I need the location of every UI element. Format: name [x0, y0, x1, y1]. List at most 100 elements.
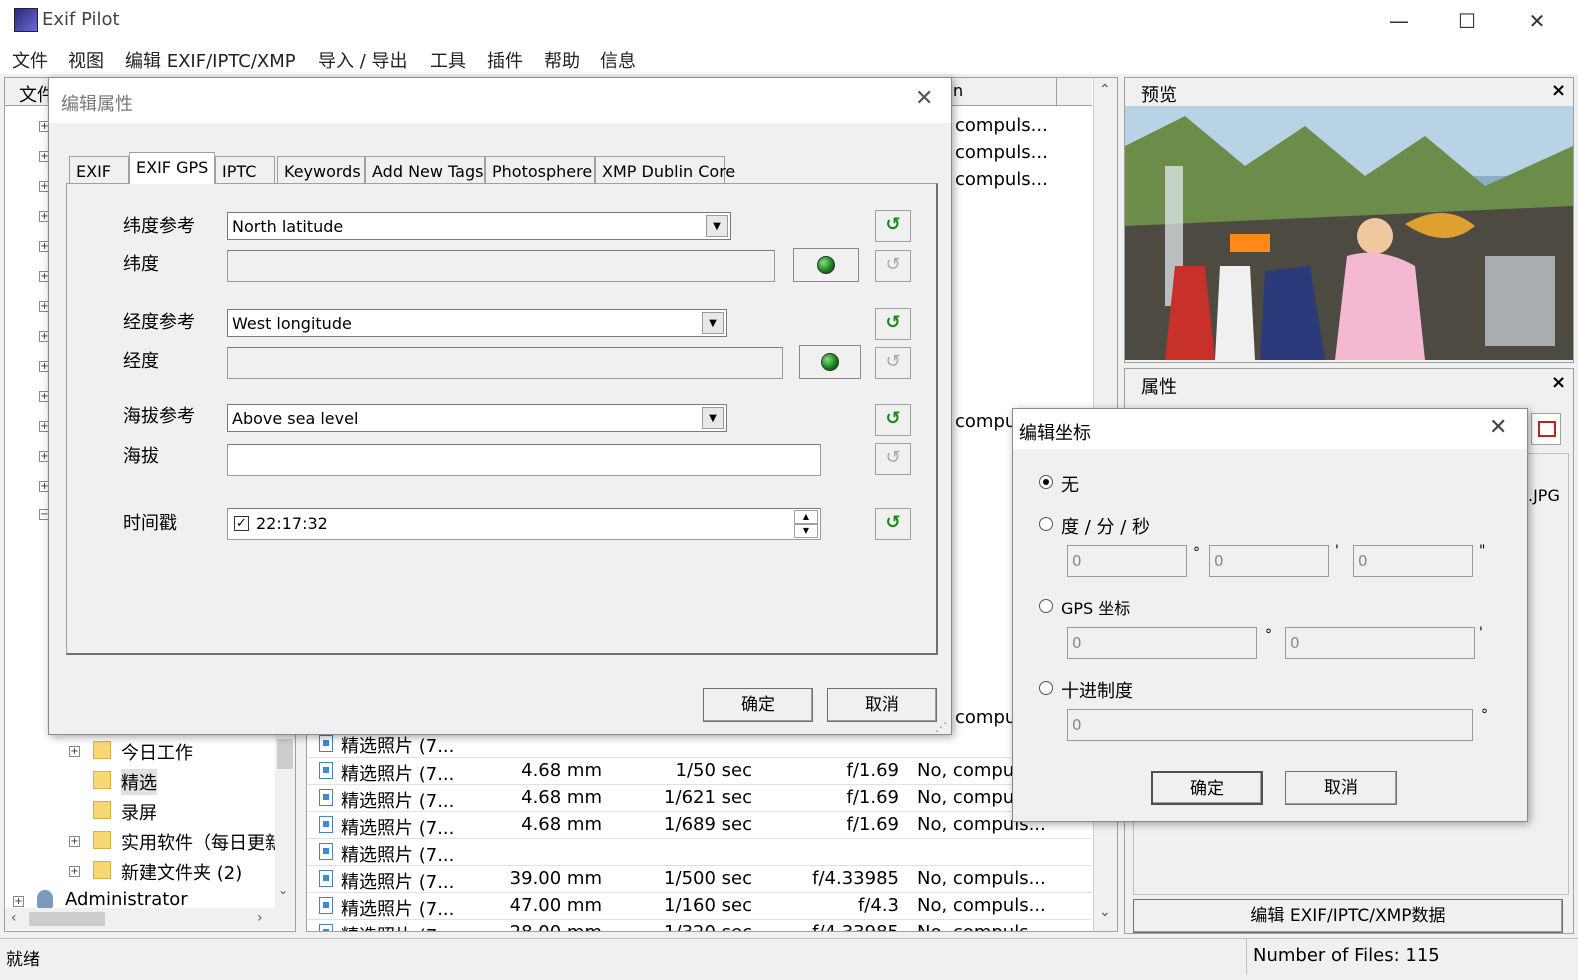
tree-item-recording[interactable]: 录屏	[65, 798, 285, 824]
tree-expander[interactable]: +	[69, 866, 80, 877]
table-row[interactable]: 精选照片 (7... 4.68 mm 1/689 sec f/1.69 No, …	[307, 812, 1092, 839]
radio-none[interactable]	[1039, 475, 1053, 489]
longitude-input[interactable]	[227, 347, 783, 379]
map-picker-button[interactable]	[799, 345, 861, 379]
column-header[interactable]: n	[947, 78, 1057, 106]
menu-edit-exif[interactable]: 编辑 EXIF/IPTC/XMP	[125, 47, 296, 73]
undo-icon[interactable]: ↺	[875, 347, 911, 379]
tab-xmp-dublin-core[interactable]: XMP Dublin Core	[595, 156, 735, 184]
tree-horizontal-scrollbar[interactable]: ‹ ›	[5, 908, 295, 930]
chevron-down-icon[interactable]: ⌄	[278, 883, 288, 897]
chevron-down-icon[interactable]: ▼	[702, 312, 724, 334]
radio-gps[interactable]	[1039, 599, 1053, 613]
tree-item-today[interactable]: + 今日工作	[65, 738, 285, 764]
tree-expander[interactable]: +	[13, 896, 24, 907]
tree-item-selected[interactable]: 精选	[65, 768, 285, 795]
tree-item-administrator[interactable]: + Administrator	[9, 888, 279, 910]
minutes-input[interactable]: 0	[1209, 545, 1329, 577]
timestamp-input[interactable]: ✓ 22:17:32 ▲ ▼	[227, 508, 821, 540]
table-row[interactable]: 精选照片 (7...	[307, 731, 1092, 758]
lon-ref-select[interactable]: West longitude ▼	[227, 309, 727, 337]
cell-flash: No, compuls...	[917, 895, 1046, 916]
cell-flash: compuls...	[955, 142, 1048, 163]
table-row[interactable]: 精选照片 (7... 39.00 mm 1/500 sec f/4.33985 …	[307, 866, 1092, 893]
folder-icon	[93, 861, 111, 879]
maximize-button[interactable]: ☐	[1432, 0, 1502, 42]
map-picker-button[interactable]	[793, 248, 859, 282]
lat-ref-value: North latitude	[232, 217, 344, 236]
tree-expander[interactable]: +	[69, 746, 80, 757]
chevron-up-icon[interactable]: ⌃	[1099, 82, 1111, 98]
tab-photosphere[interactable]: Photosphere	[485, 156, 595, 184]
menu-help[interactable]: 帮助	[544, 47, 580, 73]
undo-icon[interactable]: ↺	[875, 404, 911, 436]
degrees-input[interactable]: 0	[1067, 545, 1187, 577]
close-dialog-icon[interactable]: ✕	[1489, 415, 1507, 440]
tree-vertical-scrollbar[interactable]: ⌄	[275, 733, 295, 908]
tree-item-new-folder[interactable]: + 新建文件夹 (2)	[65, 858, 285, 884]
seconds-input[interactable]: 0	[1353, 545, 1473, 577]
menu-file[interactable]: 文件	[12, 47, 48, 73]
tab-keywords[interactable]: Keywords	[277, 156, 365, 184]
latitude-input[interactable]	[227, 250, 775, 282]
table-row[interactable]: 精选照片 (7... 4.68 mm 1/621 sec f/1.69 No, …	[307, 785, 1092, 812]
tab-iptc[interactable]: IPTC	[215, 156, 275, 184]
spin-down-icon[interactable]: ▼	[794, 524, 818, 538]
undo-icon[interactable]: ↺	[875, 308, 911, 340]
coord-ok-button[interactable]: 确定	[1151, 771, 1263, 805]
close-dialog-icon[interactable]: ✕	[915, 86, 933, 111]
menu-info[interactable]: 信息	[600, 47, 636, 73]
menu-tools[interactable]: 工具	[430, 47, 466, 73]
scroll-thumb[interactable]	[29, 912, 105, 926]
cell-fnumber: f/4.33985	[757, 922, 899, 931]
chevron-down-icon[interactable]: ▼	[702, 407, 724, 429]
cell-name: 精选照片 (7...	[341, 736, 455, 757]
resize-grip-icon[interactable]: ⋰	[935, 720, 947, 734]
edit-exif-data-button[interactable]: 编辑 EXIF/IPTC/XMP数据	[1133, 899, 1563, 933]
close-window-button[interactable]: ✕	[1502, 0, 1572, 42]
tab-add-new-tags[interactable]: Add New Tags	[365, 156, 485, 184]
alt-ref-select[interactable]: Above sea level ▼	[227, 404, 727, 432]
table-row[interactable]: 精选照片 (7... 47.00 mm 1/160 sec f/4.3 No, …	[307, 893, 1092, 920]
menu-import-export[interactable]: 导入 / 导出	[318, 47, 408, 73]
gps-minutes-input[interactable]: 0	[1285, 627, 1475, 659]
tab-exif[interactable]: EXIF	[69, 156, 129, 184]
cell-focal: 4.68 mm	[521, 760, 602, 781]
chevron-left-icon[interactable]: ‹	[11, 910, 17, 926]
chevron-down-icon[interactable]: ⌄	[1099, 904, 1111, 920]
lat-ref-select[interactable]: North latitude ▼	[227, 212, 731, 240]
tree-expander[interactable]: +	[69, 836, 80, 847]
spin-up-icon[interactable]: ▲	[794, 510, 818, 524]
calendar-icon[interactable]	[1531, 413, 1561, 445]
cell-fnumber: f/4.3	[857, 895, 899, 916]
chevron-right-icon[interactable]: ›	[257, 910, 263, 926]
undo-icon[interactable]: ↺	[875, 210, 911, 242]
cell-name: 精选照片 (7...	[341, 845, 455, 866]
close-preview-icon[interactable]: ×	[1551, 80, 1566, 101]
decimal-input[interactable]: 0	[1067, 709, 1473, 741]
menu-view[interactable]: 视图	[68, 47, 104, 73]
table-row[interactable]: 精选照片 (7... 28.00 mm 1/320 sec f/4.33985 …	[307, 920, 1092, 931]
cancel-button[interactable]: 取消	[827, 688, 937, 722]
ok-button[interactable]: 确定	[703, 688, 813, 722]
timestamp-checkbox[interactable]: ✓	[234, 516, 249, 531]
undo-icon[interactable]: ↺	[875, 443, 911, 475]
undo-icon[interactable]: ↺	[875, 250, 911, 282]
scroll-thumb[interactable]	[277, 739, 293, 769]
menu-plugins[interactable]: 插件	[487, 47, 523, 73]
gps-degrees-input[interactable]: 0	[1067, 627, 1257, 659]
altitude-input[interactable]	[227, 444, 821, 476]
table-row[interactable]: 精选照片 (7...	[307, 839, 1092, 866]
radio-decimal[interactable]	[1039, 681, 1053, 695]
close-properties-icon[interactable]: ×	[1551, 372, 1566, 393]
radio-dms[interactable]	[1039, 517, 1053, 531]
undo-icon[interactable]: ↺	[875, 508, 911, 540]
table-row[interactable]: 精选照片 (7... 4.68 mm 1/50 sec f/1.69 No, c…	[307, 758, 1092, 785]
image-file-icon	[319, 924, 333, 931]
chevron-down-icon[interactable]: ▼	[706, 215, 728, 237]
tab-exif-gps[interactable]: EXIF GPS	[129, 152, 215, 184]
cell-name: 精选照片 (7...	[341, 872, 455, 893]
minimize-button[interactable]: —	[1364, 0, 1434, 42]
tree-item-software[interactable]: + 实用软件（每日更新	[65, 828, 275, 854]
coord-cancel-button[interactable]: 取消	[1285, 771, 1397, 805]
